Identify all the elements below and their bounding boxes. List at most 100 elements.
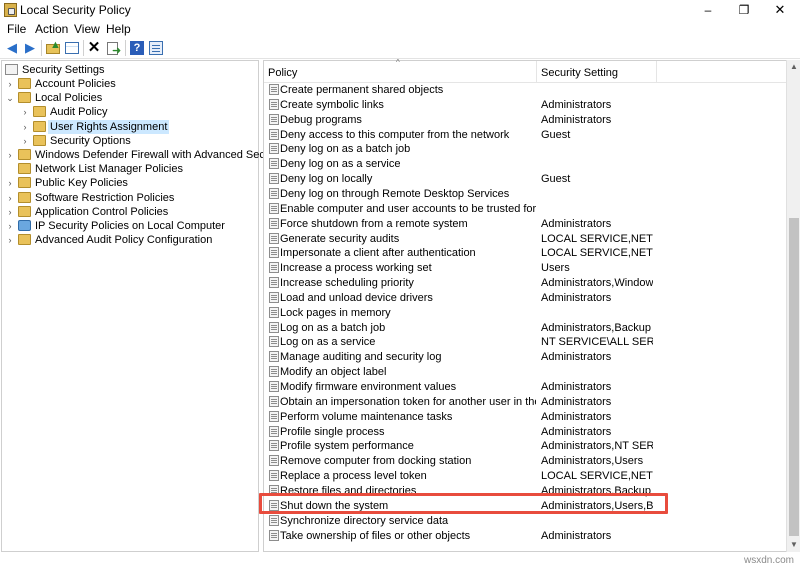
menu-help[interactable]: Help bbox=[106, 22, 131, 36]
policy-icon bbox=[269, 128, 279, 140]
maximize-button[interactable]: ❐ bbox=[726, 0, 762, 20]
delete-icon[interactable]: ✕ bbox=[86, 40, 102, 56]
tree-item-label: User Rights Assignment bbox=[48, 119, 170, 134]
table-row[interactable]: Profile single process Administrators bbox=[264, 425, 787, 439]
close-button[interactable]: ✕ bbox=[762, 0, 798, 20]
scroll-thumb[interactable] bbox=[789, 218, 799, 536]
security-setting-value: NT SERVICE\ALL SERVICES bbox=[541, 336, 653, 349]
policy-icon bbox=[269, 173, 279, 185]
folder-icon bbox=[18, 177, 31, 189]
table-row[interactable]: Increase scheduling priority Administrato… bbox=[264, 276, 787, 290]
security-setting-value: Administrators bbox=[541, 217, 612, 230]
column-header-security-setting[interactable]: Security Setting bbox=[541, 67, 618, 79]
policy-icon bbox=[269, 425, 279, 437]
policy-icon bbox=[269, 217, 279, 229]
table-row[interactable]: Deny log on locally Guest bbox=[264, 172, 787, 186]
security-settings-icon bbox=[5, 64, 18, 75]
menu-action[interactable]: Action bbox=[35, 22, 68, 36]
minimize-button[interactable]: – bbox=[690, 0, 726, 20]
menu-view[interactable]: View bbox=[74, 22, 100, 36]
export-list-icon[interactable]: ➜ bbox=[105, 40, 121, 57]
folder-icon bbox=[33, 106, 46, 118]
policy-name: Debug programs bbox=[280, 113, 362, 126]
policy-icon bbox=[269, 277, 279, 289]
security-setting-value: Administrators bbox=[541, 113, 612, 126]
table-row[interactable]: Create permanent shared objects bbox=[264, 83, 787, 97]
table-row[interactable]: Log on as a service NT SERVICE\ALL SERVIC… bbox=[264, 335, 787, 349]
table-row[interactable]: Deny log on as a batch job bbox=[264, 142, 787, 156]
up-folder-icon[interactable]: ▲ bbox=[45, 40, 61, 56]
column-divider[interactable] bbox=[656, 61, 657, 83]
vertical-scrollbar[interactable]: ▲ ▼ bbox=[786, 60, 800, 552]
chevron-right-icon[interactable]: › bbox=[5, 77, 15, 91]
policy-icon bbox=[269, 202, 279, 214]
policy-name: Deny access to this computer from the ne… bbox=[280, 128, 510, 141]
chevron-right-icon[interactable]: › bbox=[5, 205, 15, 219]
table-row[interactable]: Debug programs Administrators bbox=[264, 113, 787, 127]
table-row[interactable]: Remove computer from docking station Admi… bbox=[264, 454, 787, 468]
scroll-down-arrow-icon[interactable]: ▼ bbox=[787, 538, 800, 552]
chevron-right-icon[interactable]: › bbox=[20, 120, 30, 134]
table-row[interactable]: Modify firmware environment values Admini… bbox=[264, 380, 787, 394]
table-row[interactable]: Log on as a batch job Administrators,Back… bbox=[264, 321, 787, 335]
show-hide-tree-icon[interactable] bbox=[64, 40, 80, 56]
menu-file[interactable]: File bbox=[7, 22, 26, 36]
table-row[interactable]: Deny log on through Remote Desktop Servi… bbox=[264, 187, 787, 201]
properties-icon[interactable] bbox=[148, 40, 164, 56]
table-row[interactable]: Manage auditing and security log Administ… bbox=[264, 350, 787, 364]
policy-name: Generate security audits bbox=[280, 232, 400, 245]
table-row[interactable]: Generate security audits LOCAL SERVICE,NE… bbox=[264, 232, 787, 246]
column-header-policy[interactable]: Policy bbox=[268, 67, 297, 79]
table-row[interactable]: Create symbolic links Administrators bbox=[264, 98, 787, 112]
policy-name: Load and unload device drivers bbox=[280, 291, 433, 304]
table-row[interactable]: Force shutdown from a remote system Admin… bbox=[264, 217, 787, 231]
folder-icon bbox=[18, 78, 31, 89]
chevron-right-icon[interactable]: › bbox=[20, 105, 30, 119]
policy-name: Lock pages in memory bbox=[280, 306, 391, 319]
local-security-policy-icon bbox=[4, 3, 17, 17]
toolbar: ◀ ▶ ▲ ✕ ➜ ? bbox=[0, 37, 800, 59]
chevron-right-icon[interactable]: › bbox=[5, 176, 15, 190]
help-icon[interactable]: ? bbox=[129, 40, 145, 56]
table-row[interactable]: Synchronize directory service data bbox=[264, 514, 787, 528]
table-row[interactable]: Lock pages in memory bbox=[264, 306, 787, 320]
policy-name: Create permanent shared objects bbox=[280, 84, 444, 96]
policy-icon bbox=[269, 381, 279, 392]
column-divider[interactable] bbox=[536, 61, 537, 83]
security-setting-value: LOCAL SERVICE,NETWO... bbox=[541, 232, 653, 245]
policy-icon bbox=[269, 158, 279, 170]
table-row[interactable]: Impersonate a client after authenticatio… bbox=[264, 246, 787, 260]
table-row[interactable]: Deny access to this computer from the ne… bbox=[264, 128, 787, 142]
policy-icon bbox=[269, 232, 279, 244]
table-row[interactable]: Profile system performance Administrators… bbox=[264, 439, 787, 453]
forward-arrow-icon[interactable]: ▶ bbox=[22, 40, 38, 56]
table-row[interactable]: Load and unload device drivers Administra… bbox=[264, 291, 787, 305]
table-row[interactable]: Obtain an impersonation token for anothe… bbox=[264, 395, 787, 409]
policy-icon bbox=[269, 113, 279, 125]
chevron-right-icon[interactable]: › bbox=[5, 148, 15, 162]
chevron-right-icon[interactable]: › bbox=[5, 233, 15, 247]
chevron-right-icon[interactable]: › bbox=[5, 219, 15, 233]
policy-icon bbox=[269, 410, 279, 422]
policy-icon bbox=[269, 321, 279, 333]
table-row[interactable]: Modify an object label bbox=[264, 365, 787, 379]
table-row[interactable]: Perform volume maintenance tasks Administ… bbox=[264, 410, 787, 424]
toolbar-separator bbox=[41, 40, 42, 56]
policy-icon bbox=[269, 84, 279, 95]
table-row[interactable]: Replace a process level token LOCAL SERVI… bbox=[264, 469, 787, 483]
table-row[interactable]: Take ownership of files or other objects… bbox=[264, 529, 787, 543]
chevron-right-icon[interactable]: › bbox=[20, 134, 30, 148]
table-row[interactable]: Increase a process working set Users bbox=[264, 261, 787, 275]
policy-name: Remove computer from docking station bbox=[280, 455, 472, 468]
policy-icon bbox=[269, 187, 279, 199]
table-row[interactable]: Deny log on as a service bbox=[264, 157, 787, 171]
table-row[interactable]: Enable computer and user accounts to be … bbox=[264, 202, 787, 216]
scroll-up-arrow-icon[interactable]: ▲ bbox=[787, 60, 800, 74]
chevron-down-icon[interactable]: ⌄ bbox=[5, 91, 15, 105]
security-setting-value: Guest bbox=[541, 128, 571, 141]
network-icon bbox=[18, 220, 31, 231]
back-arrow-icon[interactable]: ◀ bbox=[4, 40, 20, 56]
chevron-right-icon[interactable]: › bbox=[5, 191, 15, 205]
policy-icon bbox=[269, 291, 279, 303]
security-setting-value: Administrators bbox=[541, 529, 612, 542]
